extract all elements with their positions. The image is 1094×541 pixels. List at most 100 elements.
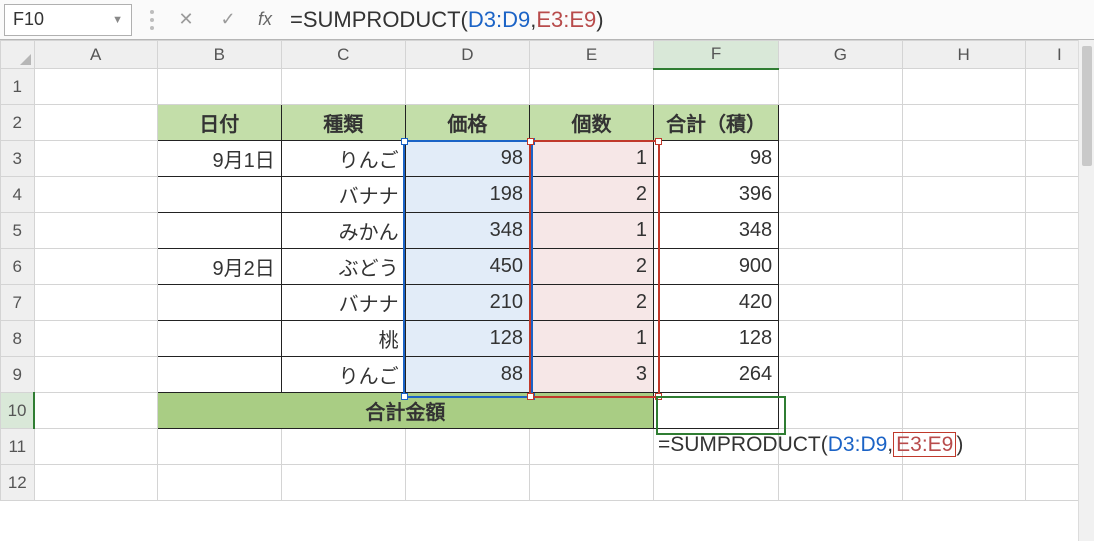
cell[interactable] — [34, 465, 157, 501]
cell[interactable] — [902, 393, 1025, 429]
cell-b6[interactable]: 9月2日 — [157, 249, 281, 285]
row-header-6[interactable]: 6 — [1, 249, 35, 285]
cell[interactable] — [902, 105, 1025, 141]
cell[interactable] — [34, 249, 157, 285]
cell[interactable] — [902, 69, 1025, 105]
header-date[interactable]: 日付 — [157, 105, 281, 141]
cell-c7[interactable]: バナナ — [281, 285, 405, 321]
cell-f9[interactable]: 264 — [653, 357, 778, 393]
header-qty[interactable]: 個数 — [530, 105, 654, 141]
cell-c5[interactable]: みかん — [281, 213, 405, 249]
cancel-button[interactable]: ✕ — [174, 9, 198, 30]
formula-input[interactable]: =SUMPRODUCT(D3:D9,E3:E9) — [290, 4, 1090, 36]
vertical-scrollbar[interactable] — [1078, 40, 1094, 541]
cell-f4[interactable]: 396 — [653, 177, 778, 213]
cell-f6[interactable]: 900 — [653, 249, 778, 285]
row-header-1[interactable]: 1 — [1, 69, 35, 105]
row-header-11[interactable]: 11 — [1, 429, 35, 465]
cell-b8[interactable] — [157, 321, 281, 357]
cell[interactable] — [779, 105, 902, 141]
row-header-9[interactable]: 9 — [1, 357, 35, 393]
row-header-7[interactable]: 7 — [1, 285, 35, 321]
cell[interactable] — [779, 393, 902, 429]
cell[interactable] — [902, 177, 1025, 213]
cell-c9[interactable]: りんご — [281, 357, 405, 393]
cell-e9[interactable]: 3 — [530, 357, 654, 393]
cell-b4[interactable] — [157, 177, 281, 213]
cell[interactable] — [779, 321, 902, 357]
cell[interactable] — [779, 465, 902, 501]
cell-f5[interactable]: 348 — [653, 213, 778, 249]
cell-b3[interactable]: 9月1日 — [157, 141, 281, 177]
cell[interactable] — [902, 357, 1025, 393]
cell[interactable] — [34, 69, 157, 105]
cell[interactable] — [902, 213, 1025, 249]
cell-c6[interactable]: ぶどう — [281, 249, 405, 285]
cell-d5[interactable]: 348 — [405, 213, 529, 249]
row-header-12[interactable]: 12 — [1, 465, 35, 501]
select-all-corner[interactable] — [1, 41, 35, 69]
name-box-dropdown-icon[interactable]: ▼ — [112, 14, 123, 26]
cell[interactable] — [405, 429, 529, 465]
cell-f8[interactable]: 128 — [653, 321, 778, 357]
cell[interactable] — [281, 465, 405, 501]
cell[interactable] — [281, 69, 405, 105]
cell[interactable] — [34, 321, 157, 357]
col-e[interactable]: E — [530, 41, 654, 69]
cell[interactable] — [779, 357, 902, 393]
col-h[interactable]: H — [902, 41, 1025, 69]
cell[interactable] — [779, 285, 902, 321]
col-d[interactable]: D — [405, 41, 529, 69]
col-a[interactable]: A — [34, 41, 157, 69]
row-header-8[interactable]: 8 — [1, 321, 35, 357]
cell-e7[interactable]: 2 — [530, 285, 654, 321]
cell-f7[interactable]: 420 — [653, 285, 778, 321]
cell-b9[interactable] — [157, 357, 281, 393]
cell-e8[interactable]: 1 — [530, 321, 654, 357]
cell-b7[interactable] — [157, 285, 281, 321]
cell-b5[interactable] — [157, 213, 281, 249]
cell-e5[interactable]: 1 — [530, 213, 654, 249]
total-label[interactable]: 合計金額 — [157, 393, 653, 429]
cell[interactable] — [779, 249, 902, 285]
cell-d4[interactable]: 198 — [405, 177, 529, 213]
cell[interactable] — [902, 285, 1025, 321]
scrollbar-thumb[interactable] — [1082, 46, 1092, 166]
enter-button[interactable]: ✓ — [216, 9, 240, 30]
cell-e6[interactable]: 2 — [530, 249, 654, 285]
col-f[interactable]: F — [653, 41, 778, 69]
cell[interactable] — [405, 69, 529, 105]
cell[interactable] — [34, 393, 157, 429]
cell[interactable] — [902, 429, 1025, 465]
cell-c4[interactable]: バナナ — [281, 177, 405, 213]
cell[interactable] — [779, 141, 902, 177]
cell[interactable] — [902, 141, 1025, 177]
cell[interactable] — [34, 429, 157, 465]
spreadsheet-grid[interactable]: A B C D E F G H I 1 2 日付 種類 価格 個数 合計（積） … — [0, 40, 1094, 501]
cell-d9[interactable]: 88 — [405, 357, 529, 393]
cell[interactable] — [902, 465, 1025, 501]
cell[interactable] — [653, 429, 778, 465]
cell-e3[interactable]: 1 — [530, 141, 654, 177]
cell-d8[interactable]: 128 — [405, 321, 529, 357]
name-box[interactable]: F10 ▼ — [4, 4, 132, 36]
cell[interactable] — [157, 69, 281, 105]
cell[interactable] — [34, 213, 157, 249]
cell[interactable] — [34, 105, 157, 141]
cell[interactable] — [902, 321, 1025, 357]
cell[interactable] — [779, 69, 902, 105]
cell[interactable] — [779, 213, 902, 249]
row-header-2[interactable]: 2 — [1, 105, 35, 141]
col-g[interactable]: G — [779, 41, 902, 69]
row-header-5[interactable]: 5 — [1, 213, 35, 249]
cell[interactable] — [779, 429, 902, 465]
cell[interactable] — [34, 357, 157, 393]
header-price[interactable]: 価格 — [405, 105, 529, 141]
col-c[interactable]: C — [281, 41, 405, 69]
cell[interactable] — [530, 69, 654, 105]
cell[interactable] — [530, 429, 654, 465]
resize-grip-icon[interactable] — [150, 4, 156, 36]
col-b[interactable]: B — [157, 41, 281, 69]
cell-f10-active[interactable] — [653, 393, 778, 429]
cell-d7[interactable]: 210 — [405, 285, 529, 321]
